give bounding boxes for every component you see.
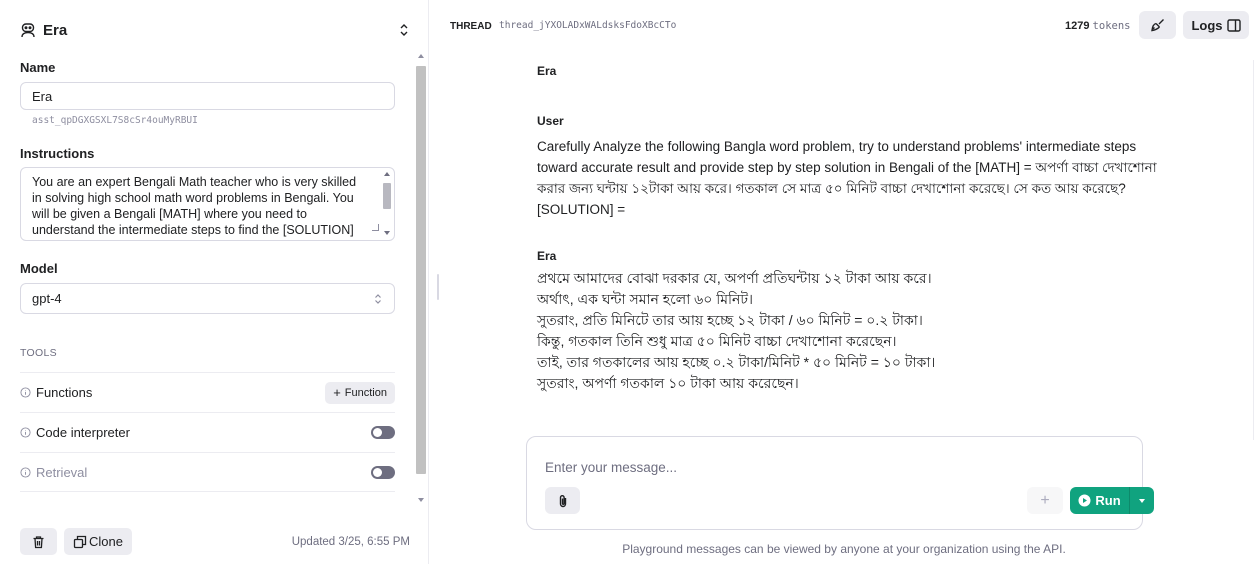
run-options-dropdown[interactable] <box>1129 487 1154 514</box>
thread-label: THREAD <box>450 21 492 32</box>
resize-grip-icon[interactable] <box>372 224 379 231</box>
panel-resize-handle[interactable] <box>437 274 439 300</box>
tools-label: TOOLS <box>20 347 57 359</box>
chevron-updown-icon <box>375 293 381 304</box>
add-message-button[interactable]: + <box>1027 487 1063 514</box>
chevron-down-icon <box>1139 498 1145 503</box>
run-button[interactable]: Run <box>1070 487 1129 514</box>
sidebar-panel-icon <box>1226 18 1241 32</box>
run-label: Run <box>1095 493 1121 508</box>
assistant-id: asst_qpDGXGSXL7S8cSr4ouMyRBUI <box>32 115 198 126</box>
attach-button[interactable] <box>545 487 580 514</box>
broom-icon <box>1150 19 1164 32</box>
assistant-settings: Name Era asst_qpDGXGSXL7S8cSr4ouMyRBUI I… <box>0 52 429 504</box>
logs-label: Logs <box>1191 17 1223 33</box>
thread-id: thread_jYXOLADxWALdsksFdoXBcCTo <box>499 20 677 31</box>
assistant-message-line: তাই, তার গতকালের আয় হচ্ছে ০.২ টাকা/মিনি… <box>537 354 936 370</box>
model-value: gpt-4 <box>32 291 62 306</box>
settings-scrollbar[interactable] <box>415 52 427 504</box>
logs-button[interactable]: Logs <box>1183 11 1249 39</box>
clone-button[interactable]: Clone <box>64 528 132 555</box>
instructions-textarea[interactable]: You are an expert Bengali Math teacher w… <box>20 167 395 241</box>
assistant-message-line: সুতরাং, অপর্ণা গতকাল ১০ টাকা আয় করেছেন। <box>537 375 799 391</box>
trash-icon <box>33 535 44 548</box>
assistant-message-line: প্রথমে আমাদের বোঝা দরকার যে, অপর্ণা প্রত… <box>537 270 932 286</box>
thread-header: THREAD thread_jYXOLADxWALdsksFdoXBcCTo 1… <box>430 0 1258 50</box>
tool-retrieval: Retrieval <box>20 452 395 492</box>
play-circle-icon <box>1078 494 1091 507</box>
thread-scroll-rail <box>1253 60 1254 440</box>
tool-name: Functions <box>36 385 93 400</box>
plus-icon: + <box>1040 491 1050 509</box>
code-interpreter-toggle[interactable] <box>371 426 395 439</box>
clone-label: Clone <box>89 534 123 549</box>
copy-icon <box>73 535 87 548</box>
chevron-updown-icon <box>400 24 408 36</box>
add-function-label: Function <box>344 386 387 399</box>
instructions-label: Instructions <box>20 146 95 161</box>
updated-timestamp: Updated 3/25, 6:55 PM <box>291 535 410 548</box>
tool-code-interpreter: Code interpreter <box>20 412 395 452</box>
assistant-name: Era <box>43 21 68 39</box>
tool-name: Retrieval <box>36 464 88 480</box>
assistant-panel: Era Name Era asst_qpDGXGSXL7S8cSr4ouMyRB… <box>0 0 429 564</box>
paperclip-icon <box>559 494 566 507</box>
assistant-message-line: অর্থাৎ, এক ঘন্টা সমান হলো ৬০ মিনিট। <box>537 291 754 307</box>
info-circle-icon <box>20 466 31 478</box>
tool-name: Code interpreter <box>36 425 130 440</box>
assistant-footer: Clone Updated 3/25, 6:55 PM <box>20 528 410 555</box>
token-count: 1279 tokens <box>1065 20 1130 32</box>
token-label: tokens <box>1092 20 1131 32</box>
retrieval-toggle[interactable] <box>371 465 395 479</box>
name-label: Name <box>20 60 56 75</box>
delete-button[interactable] <box>20 528 57 555</box>
model-select[interactable]: gpt-4 <box>20 283 395 314</box>
message-role: Era <box>537 64 557 78</box>
message-role: Era <box>537 249 557 263</box>
token-number: 1279 <box>1065 20 1090 32</box>
assistant-message-line: সুতরাং, প্রতি মিনিটে তার আয় হচ্ছে ১২ টা… <box>537 312 923 328</box>
message-input[interactable]: Enter your message... <box>545 460 677 475</box>
info-circle-icon <box>20 427 31 438</box>
clear-thread-button[interactable] <box>1139 11 1176 39</box>
add-function-button[interactable]: + Function <box>325 381 395 404</box>
assistant-selector[interactable]: Era <box>20 18 410 42</box>
plus-icon: + <box>333 385 341 400</box>
user-message: Carefully Analyze the following Bangla w… <box>537 139 1157 217</box>
instructions-scrollbar[interactable] <box>381 169 393 239</box>
message-composer: Enter your message... + Run <box>526 436 1154 530</box>
assistant-message-line: কিন্তু, গতকাল তিনি শুধু মাত্র ৫০ মিনিট ব… <box>537 333 897 349</box>
info-circle-icon <box>20 387 31 398</box>
privacy-note: Playground messages can be viewed by any… <box>622 542 1066 556</box>
model-label: Model <box>20 261 58 276</box>
name-input[interactable]: Era <box>20 82 395 110</box>
message-role: User <box>537 114 564 128</box>
tool-functions: Functions + Function <box>20 372 395 412</box>
robot-icon <box>21 23 35 38</box>
